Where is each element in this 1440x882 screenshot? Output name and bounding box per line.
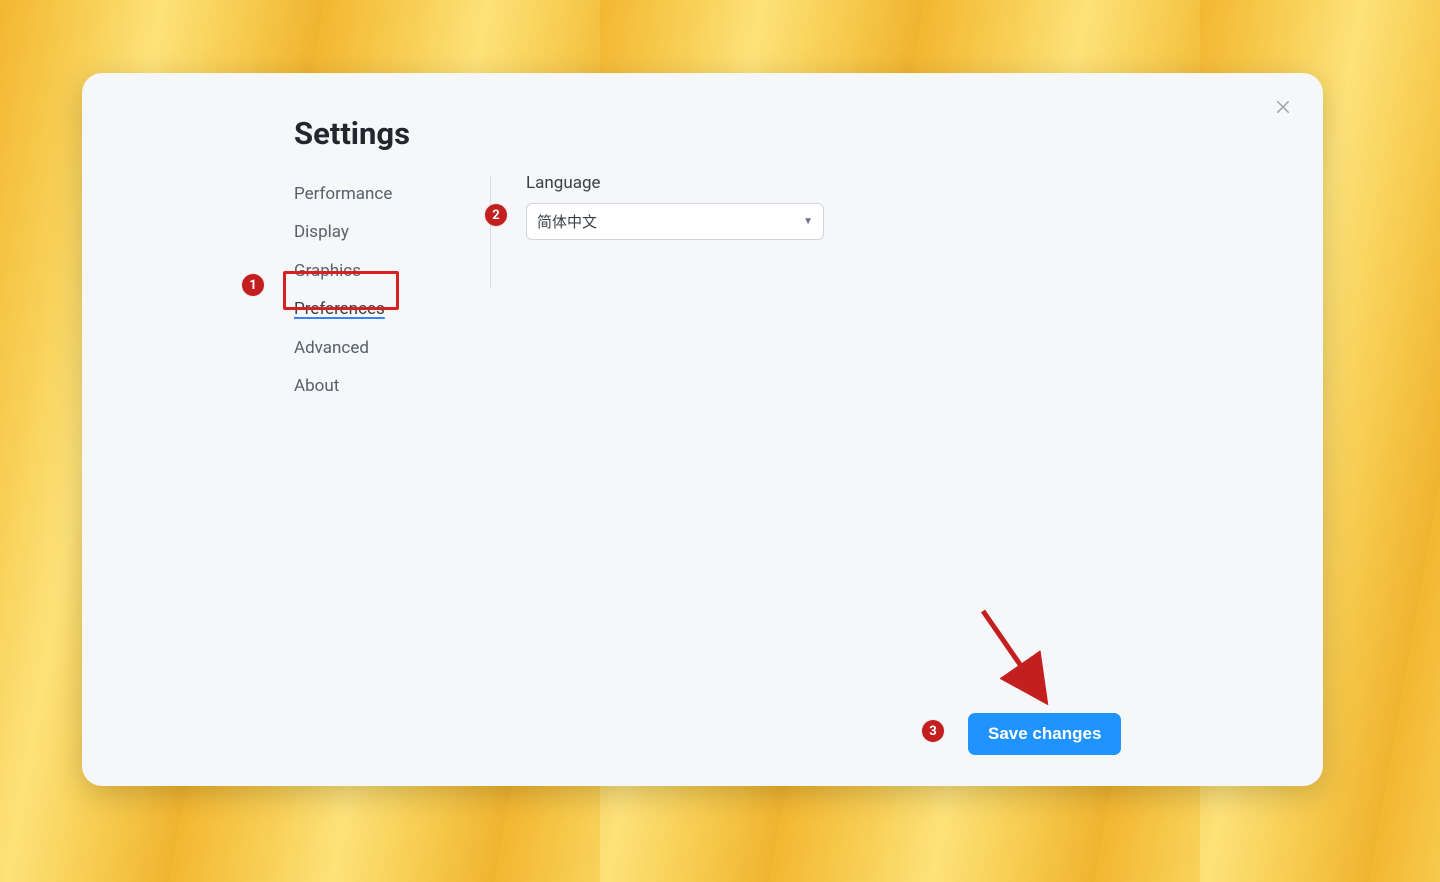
close-icon [1274, 98, 1292, 120]
language-select[interactable]: 简体中文 ▼ [526, 203, 824, 240]
sidebar-divider [490, 176, 491, 288]
sidebar-item-label: Performance [294, 184, 392, 204]
close-button[interactable] [1269, 95, 1297, 123]
sidebar-item-label: Graphics [294, 261, 361, 281]
sidebar-item-label: Display [294, 222, 349, 242]
sidebar-item-label: Advanced [294, 338, 369, 358]
save-changes-button[interactable]: Save changes [968, 713, 1121, 755]
language-select-value: 简体中文 [537, 211, 597, 232]
sidebar-item-performance[interactable]: Performance [294, 177, 489, 211]
annotation-badge-3: 3 [922, 720, 944, 742]
sidebar: Performance Display Graphics Preferences… [294, 177, 489, 403]
sidebar-item-label: About [294, 376, 339, 396]
content-panel: Language 简体中文 ▼ [526, 173, 946, 240]
sidebar-item-about[interactable]: About [294, 369, 489, 403]
chevron-down-icon: ▼ [803, 216, 813, 227]
sidebar-item-advanced[interactable]: Advanced [294, 331, 489, 365]
sidebar-item-preferences[interactable]: Preferences [294, 292, 489, 326]
sidebar-item-display[interactable]: Display [294, 215, 489, 249]
annotation-badge-1: 1 [242, 274, 264, 296]
page-title: Settings [294, 115, 410, 152]
annotation-badge-2: 2 [485, 204, 507, 226]
sidebar-item-graphics[interactable]: Graphics [294, 254, 489, 288]
language-label: Language [526, 173, 946, 193]
sidebar-item-label: Preferences [294, 299, 385, 319]
save-button-label: Save changes [988, 724, 1101, 743]
settings-modal: Settings Performance Display Graphics Pr… [82, 73, 1323, 786]
